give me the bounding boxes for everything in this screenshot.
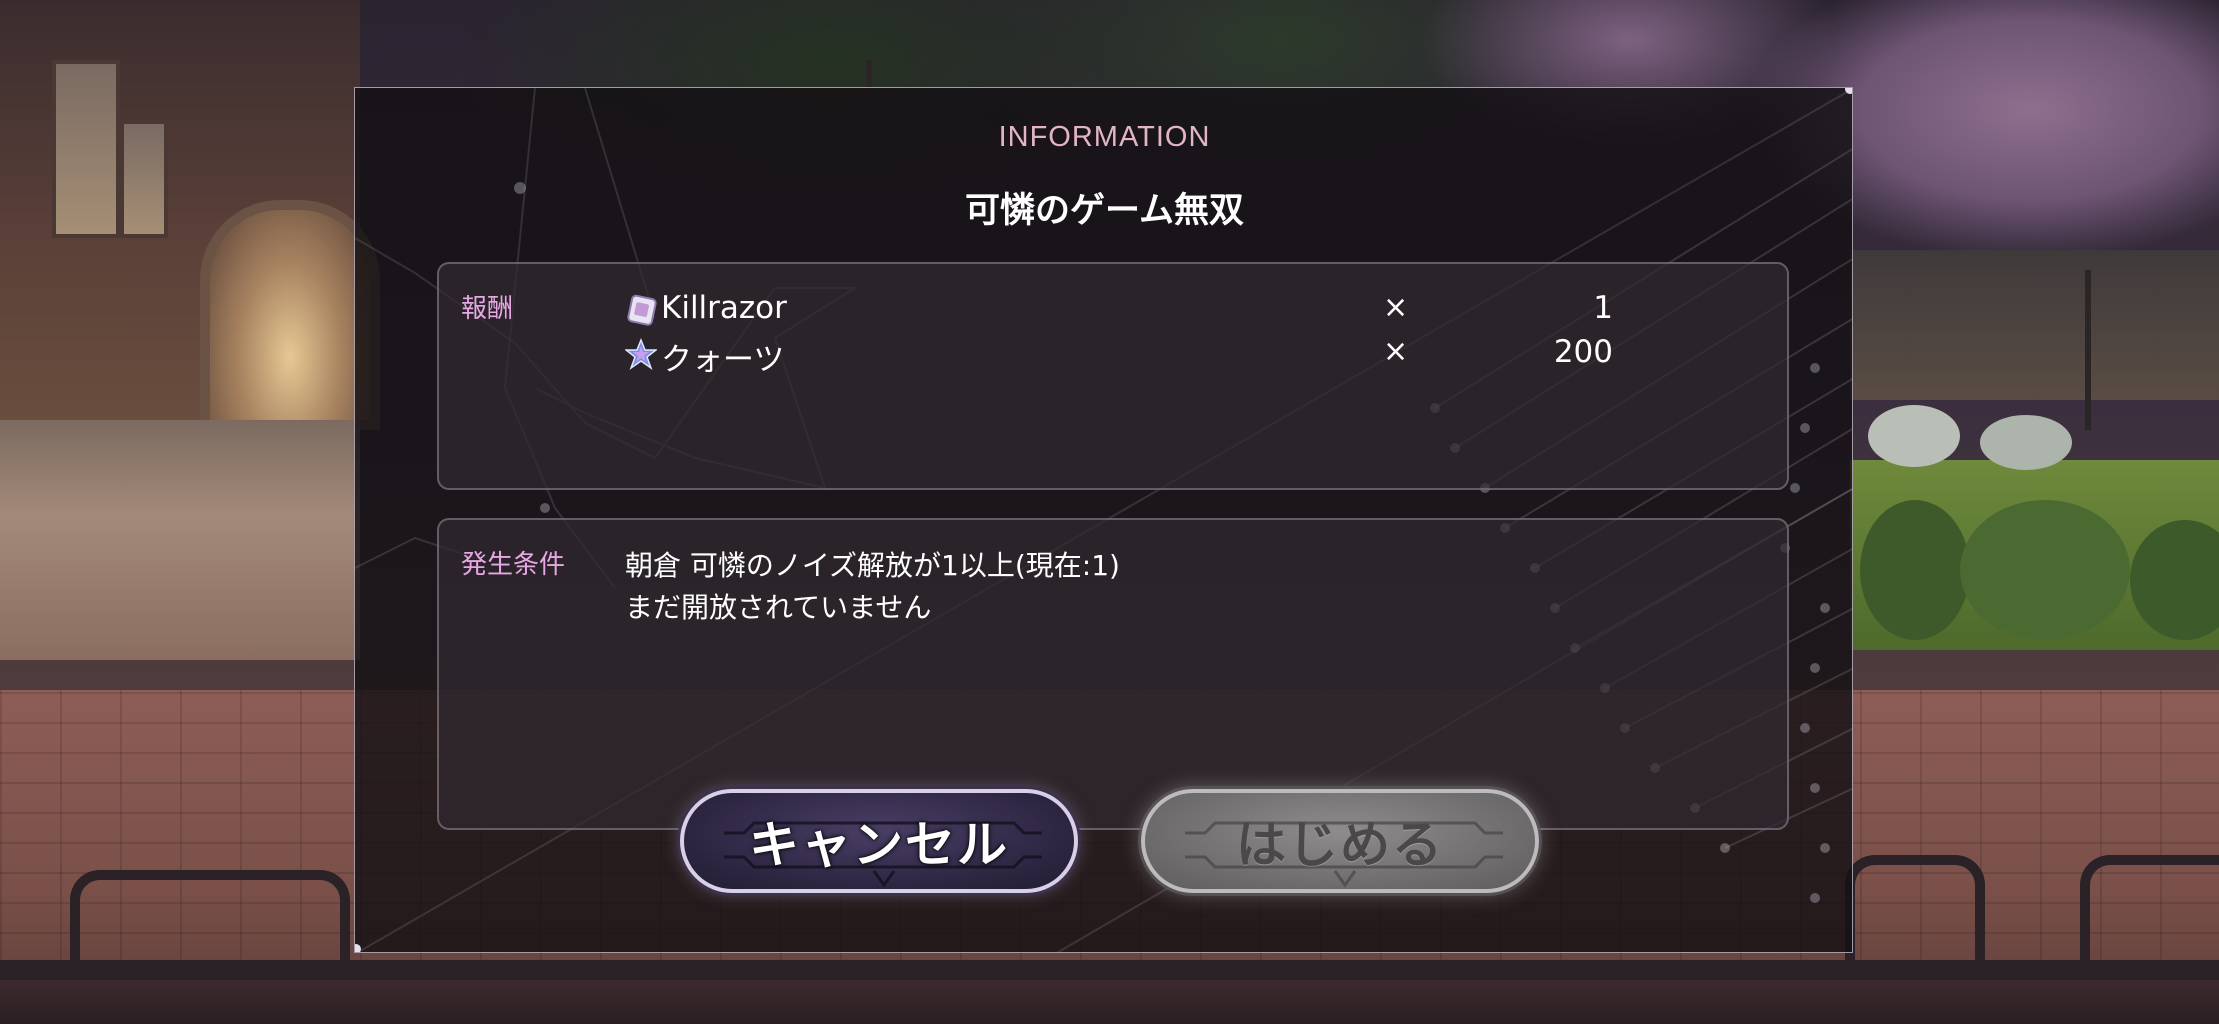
background-window <box>52 60 120 238</box>
start-button[interactable]: はじめる <box>1141 789 1539 893</box>
background-window <box>120 120 168 238</box>
dialog-title: 可憐のゲーム無双 <box>965 191 1244 231</box>
rewards-panel: 報酬 Killrazor × 1 クォーツ × 200 <box>437 262 1789 490</box>
background-bush <box>1860 500 1970 640</box>
reward-name: Killrazor <box>661 290 787 326</box>
quartz-star-icon <box>625 338 657 370</box>
condition-requirement: 朝倉 可憐のノイズ解放が1以上(現在:1) <box>625 549 1120 582</box>
cancel-button-label: キャンセル <box>749 816 1009 874</box>
background-archway <box>200 200 380 430</box>
reward-row: クォーツ × 200 <box>439 334 1791 378</box>
card-ticket-icon <box>627 294 657 326</box>
cancel-button[interactable]: キャンセル <box>680 789 1078 893</box>
conditions-label: 発生条件 <box>461 550 566 580</box>
background-bush <box>1980 415 2072 470</box>
dialog-heading: INFORMATION <box>998 121 1211 153</box>
background-plaza <box>0 420 360 660</box>
corner-dot <box>1845 88 1852 94</box>
background-railing <box>1845 855 1985 975</box>
background-railing-bar <box>0 960 2219 980</box>
corner-dot <box>355 944 361 952</box>
reward-row: Killrazor × 1 <box>439 290 1791 334</box>
background-bush <box>1960 500 2130 640</box>
start-button-label: はじめる <box>1236 816 1444 874</box>
background-bush <box>1868 405 1960 467</box>
information-dialog: INFORMATION 可憐のゲーム無双 報酬 Killrazor × 1 クォ… <box>354 87 1853 953</box>
game-scene: INFORMATION 可憐のゲーム無双 報酬 Killrazor × 1 クォ… <box>0 0 2219 1024</box>
background-lamp <box>2085 270 2091 430</box>
reward-quantity: 1 <box>1593 290 1613 326</box>
background-bottom-strip <box>0 980 2219 1024</box>
reward-quantity: 200 <box>1553 334 1613 370</box>
reward-name: クォーツ <box>661 342 785 378</box>
conditions-panel: 発生条件 朝倉 可憐のノイズ解放が1以上(現在:1) まだ開放されていません <box>437 518 1789 830</box>
reward-multiplier: × <box>1383 334 1409 369</box>
reward-multiplier: × <box>1383 290 1409 325</box>
background-right-building <box>1850 250 2219 400</box>
background-railing <box>2080 855 2219 975</box>
condition-status: まだ開放されていません <box>625 591 932 624</box>
